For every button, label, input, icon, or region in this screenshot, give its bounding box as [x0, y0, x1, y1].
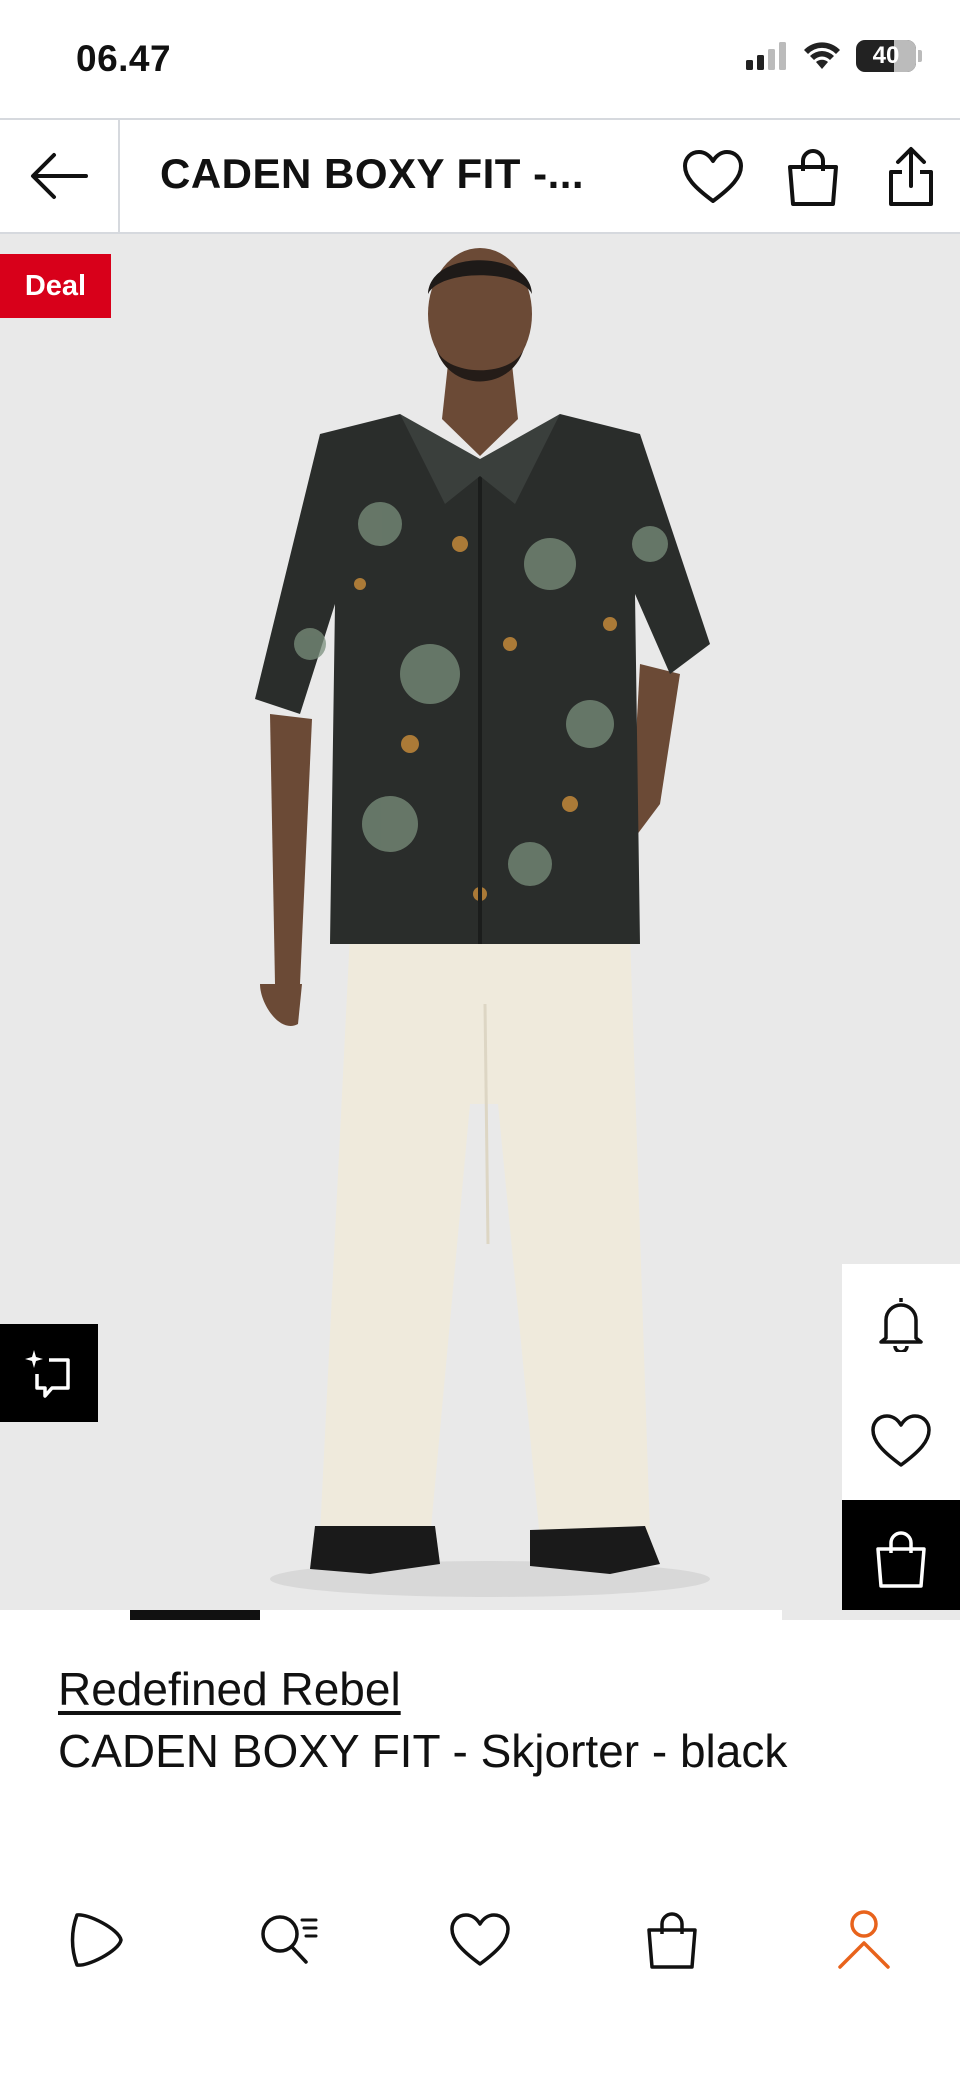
page-title: CADEN BOXY FIT -... — [160, 150, 585, 197]
nav-profile[interactable] — [768, 1880, 960, 2000]
play-icon — [70, 1913, 123, 1967]
carousel-indicator-end — [782, 1610, 960, 1620]
product-header: CADEN BOXY FIT -... — [0, 118, 960, 234]
product-image-carousel[interactable]: Deal — [0, 234, 960, 1618]
deal-badge: Deal — [0, 254, 111, 318]
cellular-signal-icon — [746, 42, 786, 70]
search-list-icon — [261, 1915, 318, 1964]
side-wishlist-button[interactable] — [842, 1382, 960, 1500]
brand-link[interactable]: Redefined Rebel — [58, 1662, 918, 1717]
bell-icon — [879, 1298, 923, 1352]
product-name: CADEN BOXY FIT - Skjorter - black — [58, 1725, 788, 1778]
back-arrow-icon — [31, 153, 88, 199]
share-button[interactable] — [878, 144, 944, 210]
carousel-indicator-active — [130, 1610, 260, 1620]
sparkle-frame-icon — [25, 1350, 70, 1398]
side-action-panel — [842, 1264, 960, 1618]
nav-search[interactable] — [192, 1880, 384, 2000]
status-bar: 06.47 40 — [0, 0, 960, 118]
wifi-icon — [804, 42, 840, 69]
heart-icon — [871, 1414, 931, 1467]
shopping-bag-icon — [647, 1912, 697, 1969]
shopping-bag-icon — [788, 149, 838, 206]
cart-button[interactable] — [780, 144, 846, 210]
heart-icon — [450, 1913, 510, 1966]
battery-icon: 40 — [856, 40, 922, 72]
add-to-bag-button[interactable] — [842, 1500, 960, 1618]
back-button[interactable] — [0, 120, 120, 232]
nav-home[interactable] — [0, 1880, 192, 2000]
nav-wishlist[interactable] — [384, 1880, 576, 2000]
battery-level: 40 — [872, 42, 900, 69]
product-info: Redefined Rebel CADEN BOXY FIT - Skjorte… — [58, 1662, 918, 1782]
nav-bag[interactable] — [576, 1880, 768, 2000]
wishlist-button[interactable] — [680, 144, 746, 210]
style-match-button[interactable] — [0, 1324, 98, 1422]
profile-icon — [838, 1910, 890, 1969]
status-icons: 40 — [746, 40, 922, 72]
notify-button[interactable] — [842, 1264, 960, 1382]
heart-icon — [683, 150, 743, 203]
status-time: 06.47 — [76, 38, 172, 79]
bottom-navigation — [0, 1880, 960, 2000]
share-icon — [889, 147, 933, 206]
shopping-bag-icon — [876, 1531, 926, 1588]
product-model-image — [255, 248, 710, 1597]
